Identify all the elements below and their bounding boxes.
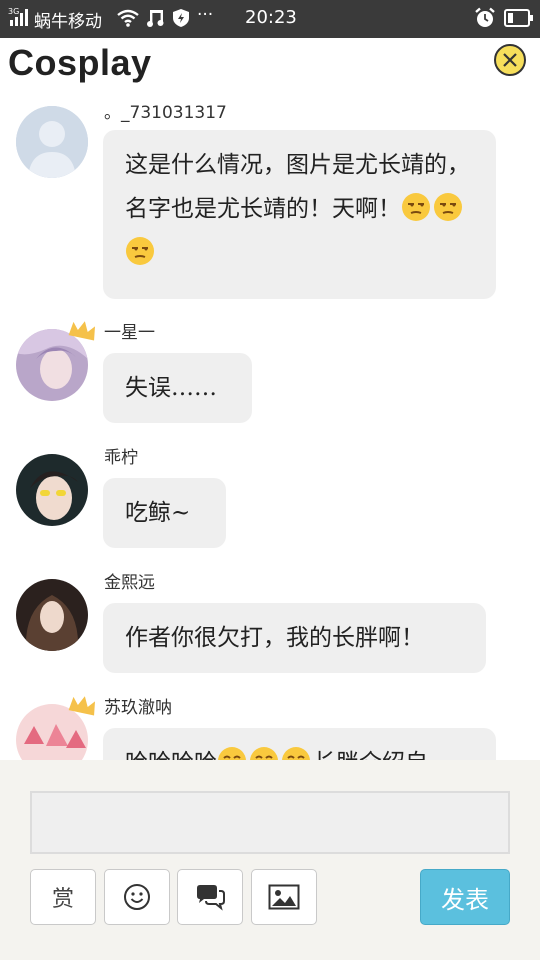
message-text: 哈哈哈哈 bbox=[125, 750, 217, 760]
image-icon bbox=[268, 884, 300, 910]
message-bubble: 作者你很欠打，我的长胖啊！ bbox=[103, 603, 486, 673]
emoji-button[interactable] bbox=[104, 869, 170, 925]
speech-bubbles-icon bbox=[197, 885, 225, 911]
message-text: 作者你很欠打，我的长胖啊！ bbox=[125, 625, 424, 651]
crown-icon bbox=[68, 693, 98, 717]
carrier-name: 蜗牛移动 bbox=[34, 12, 102, 32]
comment-list[interactable]: 。_731031317 这是什么情况，图片是尤长靖的，名字也是尤长靖的！天啊！ … bbox=[0, 94, 540, 760]
avatar[interactable] bbox=[16, 106, 88, 178]
comments-button[interactable] bbox=[177, 869, 243, 925]
user-photo-icon bbox=[16, 579, 88, 651]
avatar[interactable] bbox=[16, 579, 88, 651]
message-text-continued: 长胖介绍自 bbox=[313, 750, 428, 760]
network-type: 3G bbox=[8, 7, 19, 16]
crown-icon bbox=[68, 318, 98, 342]
signal-icon: 3G bbox=[8, 6, 30, 28]
page-title: Cosplay bbox=[8, 42, 152, 83]
laughing-face-icon bbox=[249, 747, 281, 760]
username[interactable]: 。_731031317 bbox=[104, 98, 227, 123]
unamused-face-icon bbox=[125, 237, 157, 266]
smiley-icon bbox=[124, 884, 150, 910]
submit-button[interactable]: 发表 bbox=[420, 869, 510, 925]
reward-label: 赏 bbox=[51, 887, 74, 912]
laughing-face-icon bbox=[217, 747, 249, 760]
status-bar: 3G 蜗牛移动 ··· 20:23 bbox=[0, 0, 540, 38]
image-button[interactable] bbox=[251, 869, 317, 925]
alarm-icon bbox=[474, 7, 496, 34]
shield-icon bbox=[172, 8, 190, 33]
username[interactable]: 乖柠 bbox=[104, 443, 138, 468]
username[interactable]: 金熙远 bbox=[104, 568, 155, 593]
unamused-face-icon bbox=[401, 193, 433, 222]
message-bubble: 吃鲸~ bbox=[103, 478, 226, 548]
message-bubble: 这是什么情况，图片是尤长靖的，名字也是尤长靖的！天啊！ bbox=[103, 130, 496, 299]
message-text: 吃鲸~ bbox=[125, 500, 191, 526]
clock-time: 20:23 bbox=[245, 7, 297, 28]
close-icon bbox=[503, 53, 517, 67]
more-dots: ··· bbox=[197, 5, 214, 25]
comment-composer: 赏 发表 bbox=[0, 760, 540, 960]
user-photo-icon bbox=[16, 454, 88, 526]
avatar[interactable] bbox=[16, 454, 88, 526]
comment-input[interactable] bbox=[30, 791, 510, 854]
wifi-icon bbox=[116, 8, 140, 33]
close-button[interactable] bbox=[494, 44, 526, 76]
username[interactable]: 一星一 bbox=[104, 318, 155, 343]
message-bubble: 失误…… bbox=[103, 353, 252, 423]
username[interactable]: 苏玖澈呐 bbox=[104, 693, 172, 718]
battery-icon bbox=[504, 9, 534, 32]
reward-button[interactable]: 赏 bbox=[30, 869, 96, 925]
message-bubble: 哈哈哈哈 长胖介绍自 bbox=[103, 728, 496, 760]
message-text: 失误…… bbox=[125, 375, 217, 401]
default-user-icon bbox=[16, 106, 88, 178]
unamused-face-icon bbox=[433, 193, 465, 222]
page-header: Cosplay bbox=[0, 38, 540, 94]
laughing-face-icon bbox=[281, 747, 313, 760]
music-icon bbox=[146, 8, 166, 33]
